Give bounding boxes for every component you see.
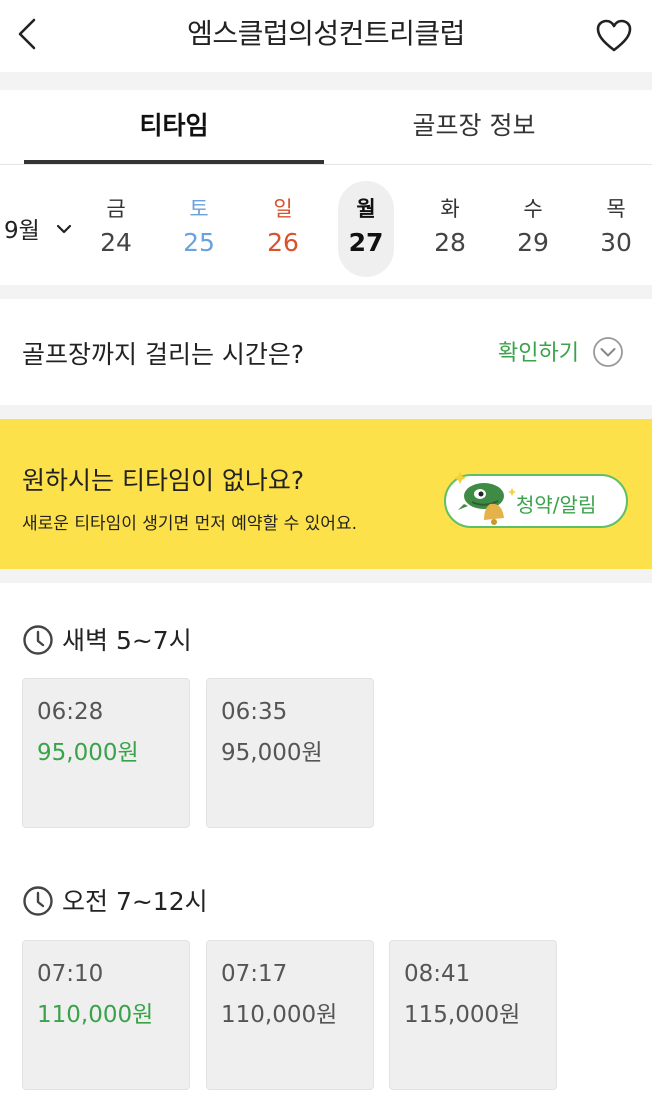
divider [0,72,652,90]
weekday-label: 목 [606,197,626,221]
slot-price: 95,000원 [221,740,323,766]
check-label: 확인하기 [498,341,579,366]
slot-price: 110,000원 [221,1002,338,1028]
check-travel-time-button[interactable]: 확인하기 [498,335,624,368]
teetime-slot[interactable]: 08:41 115,000원 [389,940,557,1090]
slot-price: 95,000원 [37,740,139,766]
section-heading: 새벽 5~7시 [22,621,192,657]
teetime-slot[interactable]: 07:10 110,000원 [22,940,190,1090]
chevron-down-icon [57,224,72,234]
divider [0,569,652,583]
day-number: 25 [183,228,215,257]
date-item[interactable]: 금 24 [88,181,144,277]
travel-time-row[interactable]: 골프장까지 걸리는 시간은? 확인하기 [0,299,652,405]
heart-icon[interactable] [594,16,634,56]
section-heading-label: 새벽 5~7시 [62,626,192,655]
date-item[interactable]: 목 30 [588,181,644,277]
chevron-circle-down-icon [593,337,623,367]
weekday-label: 월 [356,197,376,221]
banner-title: 원하시는 티타임이 없나요? [22,466,305,495]
weekday-label: 토 [189,197,209,221]
weekday-label: 일 [273,197,293,221]
day-number: 27 [348,228,384,257]
page-title: 엠스클럽의성컨트리클럽 [187,17,465,50]
notify-banner: 원하시는 티타임이 없나요? 새로운 티타임이 생기면 먼저 예약할 수 있어요… [0,419,652,569]
slot-time: 08:41 [404,961,471,987]
date-item-selected[interactable]: 월 27 [338,181,394,277]
slot-price: 110,000원 [37,1002,154,1028]
clock-icon [23,625,53,655]
section-heading-label: 오전 7~12시 [62,887,208,916]
tab-active-indicator [24,160,324,164]
teetime-slot[interactable]: 06:35 95,000원 [206,678,374,828]
day-number: 30 [600,228,632,257]
tab-course-info[interactable]: 골프장 정보 [324,90,624,165]
teetime-slot[interactable]: 06:28 95,000원 [22,678,190,828]
slot-time: 07:10 [37,961,104,987]
clock-icon [23,886,53,916]
day-number: 24 [100,228,132,257]
slot-time: 06:35 [221,699,288,725]
subscribe-alert-button[interactable]: 청약/알림 [444,472,628,528]
weekday-label: 금 [106,197,126,221]
slot-time: 07:17 [221,961,288,987]
slot-time: 06:28 [37,699,104,725]
section-heading: 오전 7~12시 [22,882,208,918]
tab-teetime[interactable]: 티타임 [24,90,324,165]
month-label: 9월 [4,218,40,244]
weekday-label: 화 [440,197,460,221]
date-selector: 9월 금 24 토 25 일 26 월 27 화 28 수 29 목 30 [0,165,652,285]
weekday-label: 수 [523,197,543,221]
slot-price: 115,000원 [404,1002,521,1028]
top-bar: 엠스클럽의성컨트리클럽 [0,0,652,72]
teetime-slot[interactable]: 07:17 110,000원 [206,940,374,1090]
day-number: 26 [267,228,299,257]
divider [0,405,652,419]
date-item[interactable]: 토 25 [171,181,227,277]
travel-time-question: 골프장까지 걸리는 시간은? [22,340,305,369]
tab-bar: 티타임 골프장 정보 [0,90,652,165]
divider [0,285,652,299]
date-item[interactable]: 수 29 [505,181,561,277]
banner-subtitle: 새로운 티타임이 생기면 먼저 예약할 수 있어요. [22,514,357,534]
day-number: 29 [517,228,549,257]
dino-bell-icon [454,472,516,525]
month-dropdown[interactable]: 9월 [4,211,75,245]
subscribe-alert-label: 청약/알림 [516,493,597,517]
date-item[interactable]: 화 28 [422,181,478,277]
date-item[interactable]: 일 26 [255,181,311,277]
day-number: 28 [434,228,466,257]
